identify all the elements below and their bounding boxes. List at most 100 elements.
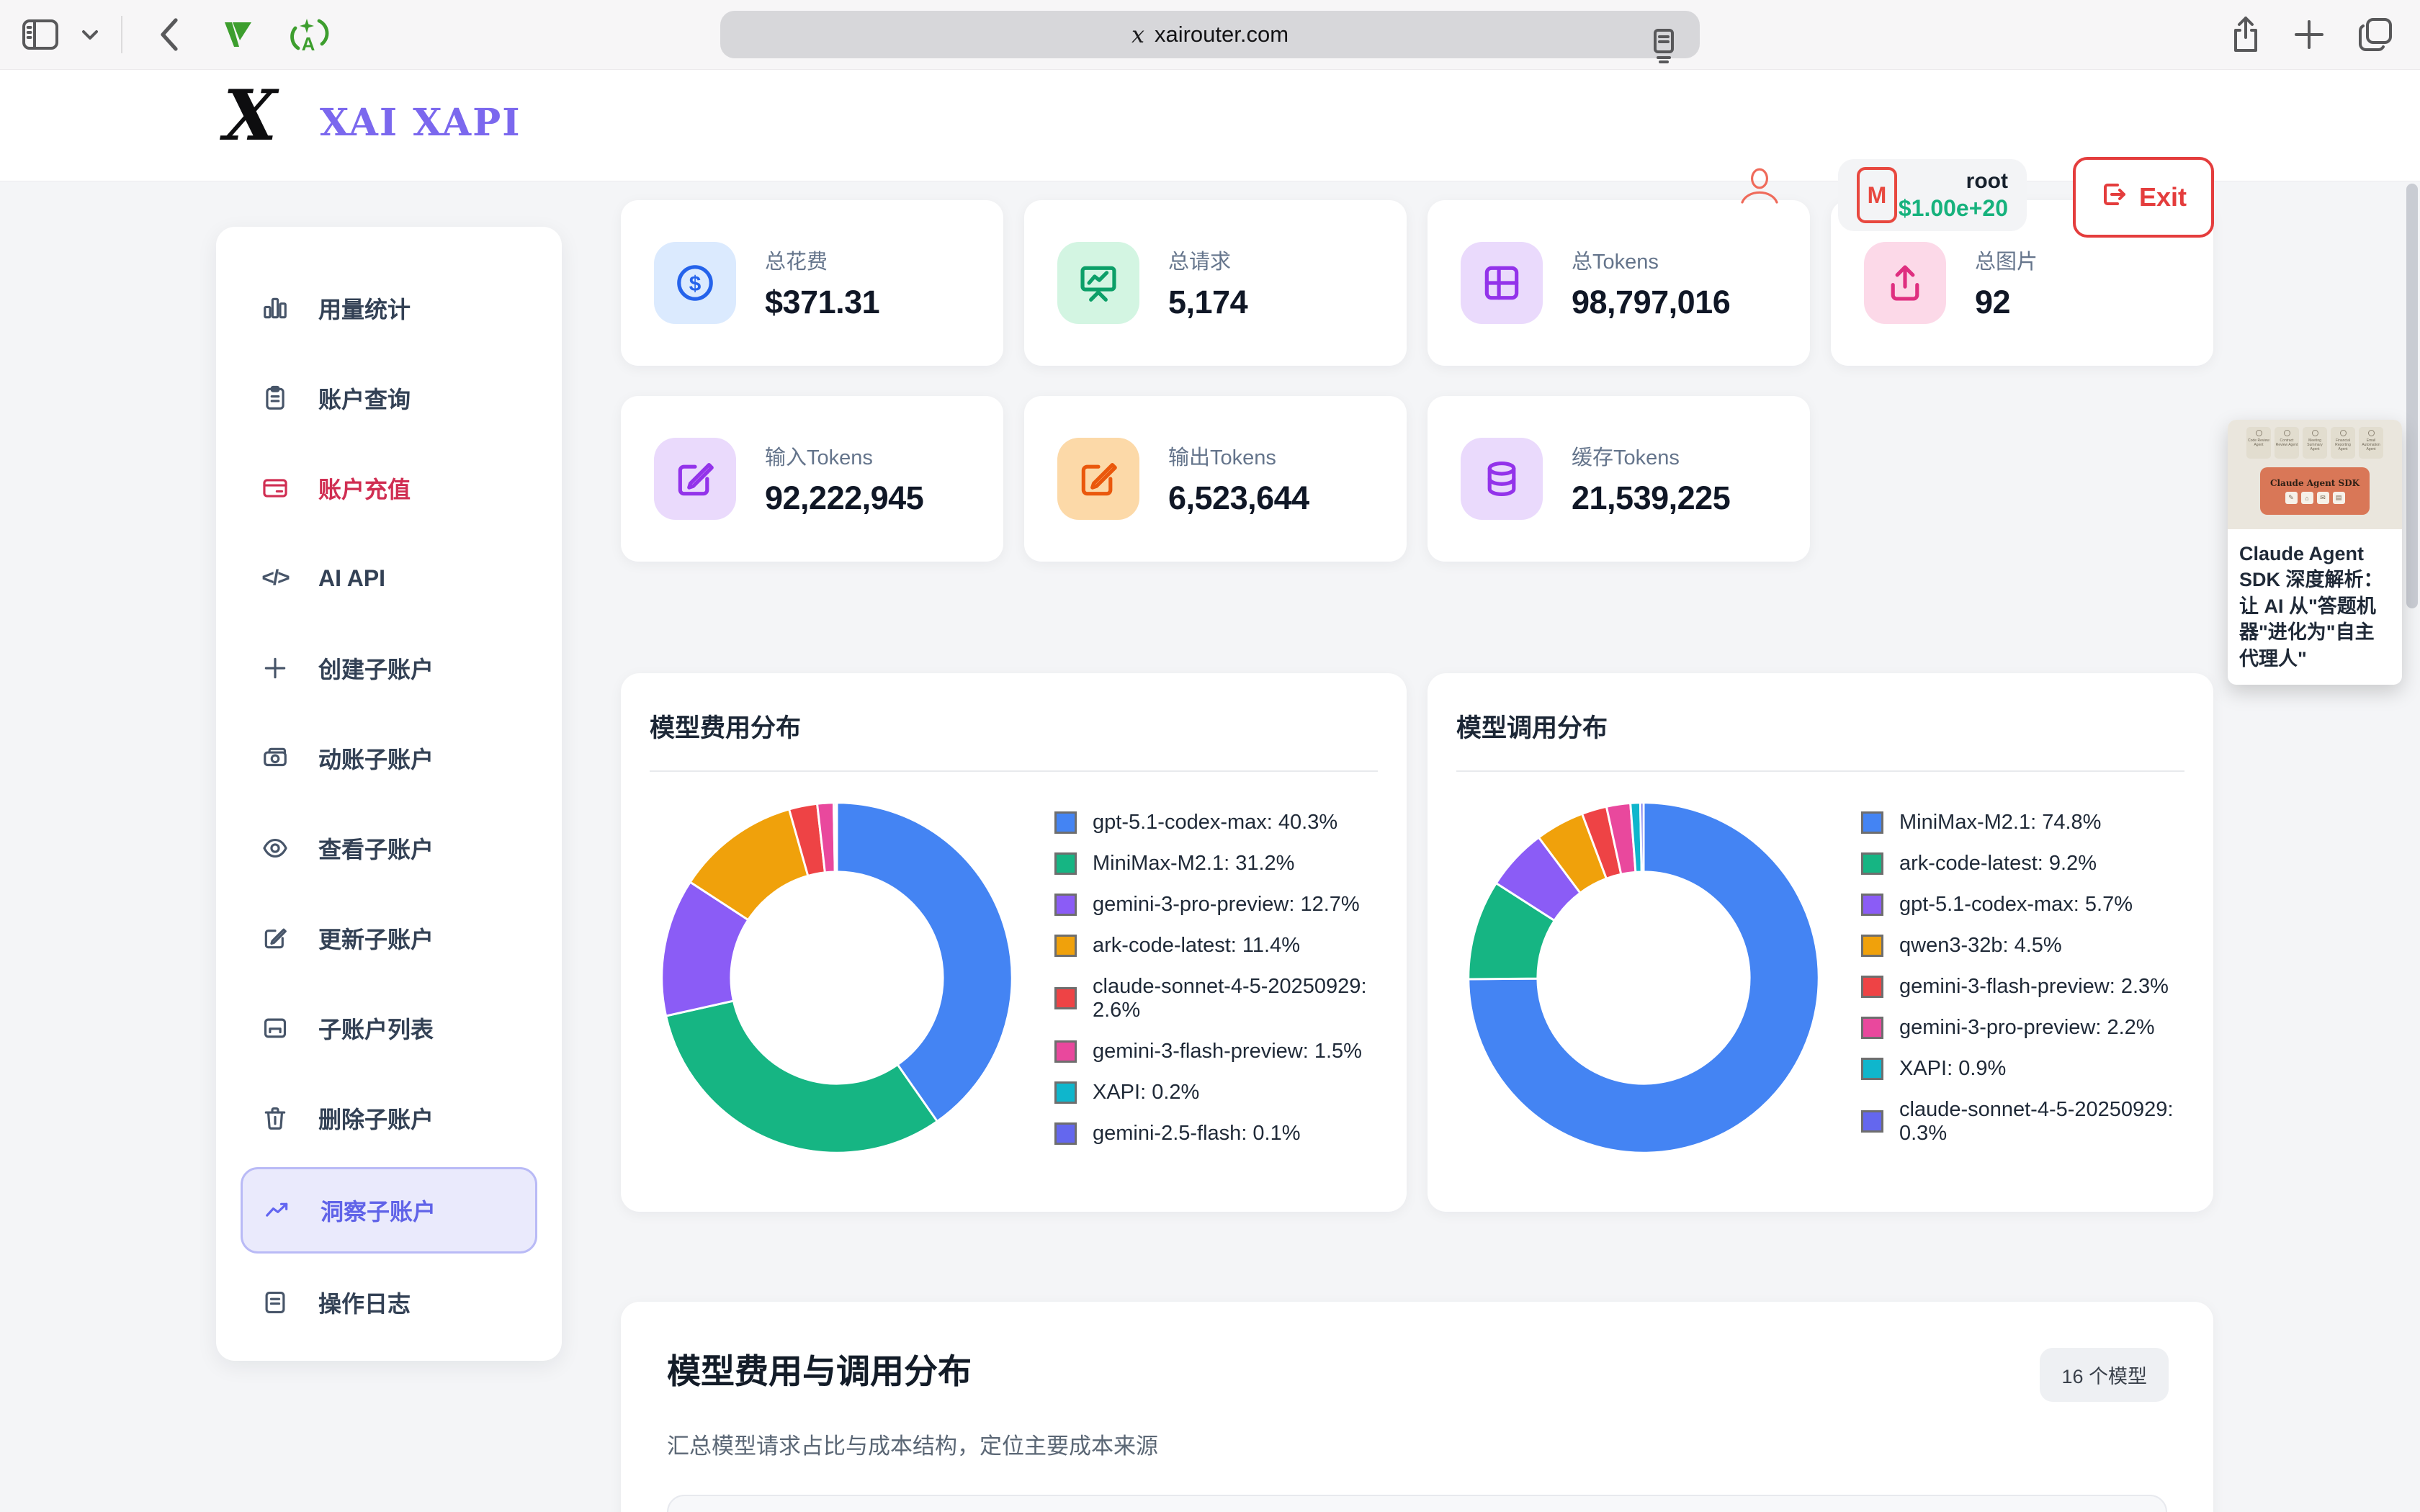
legend-item: claude-sonnet-4-5-20250929: 0.3%	[1861, 1098, 2184, 1146]
legend-item: gemini-3-pro-preview: 2.2%	[1861, 1016, 2184, 1040]
log-icon	[261, 1288, 290, 1317]
share-icon[interactable]	[2230, 14, 2262, 55]
legend-item: gemini-2.5-flash: 0.1%	[1054, 1122, 1378, 1146]
stat-value: 98,797,016	[1572, 284, 1730, 321]
toolbar-divider	[121, 16, 122, 53]
donut-slice-MiniMax-M2.1	[666, 1001, 938, 1153]
article-widget[interactable]: Code Review AgentContract Review AgentMe…	[2228, 420, 2402, 685]
grid-icon	[1461, 242, 1543, 324]
sidebar-item-9[interactable]: 删除子账户	[241, 1077, 537, 1159]
sidebar-item-3[interactable]: </>AI API	[241, 537, 537, 619]
model-cost-call-section: 模型费用与调用分布 16 个模型 汇总模型请求占比与成本结构，定位主要成本来源	[621, 1302, 2213, 1512]
chevron-down-icon[interactable]	[81, 28, 99, 41]
sidebar-item-label: 洞察子账户	[321, 1194, 436, 1227]
legend-swatch	[1861, 852, 1883, 875]
extension-v-icon[interactable]	[219, 15, 258, 54]
article-thumbnail: Code Review AgentContract Review AgentMe…	[2228, 420, 2402, 529]
robot-icon: ✎	[2285, 492, 2298, 504]
legend-label: gpt-5.1-codex-max: 5.7%	[1899, 893, 2133, 917]
sidebar-item-1[interactable]: 账户查询	[241, 357, 537, 439]
page-scrollbar[interactable]	[2406, 184, 2418, 608]
sidebar-item-0[interactable]: 用量统计	[241, 267, 537, 349]
sidebar-item-label: 账户查询	[318, 382, 411, 415]
legend-swatch	[1054, 1040, 1077, 1063]
tab-overview-icon[interactable]	[2357, 16, 2394, 53]
site-favicon: x	[1131, 21, 1144, 48]
sidebar-item-6[interactable]: 查看子账户	[241, 807, 537, 889]
legend-item: MiniMax-M2.1: 31.2%	[1054, 852, 1378, 876]
reader-mode-icon[interactable]	[1645, 22, 1681, 69]
sidebar-item-8[interactable]: 子账户列表	[241, 987, 537, 1069]
exit-button[interactable]: Exit	[2073, 157, 2214, 238]
sidebar-item-4[interactable]: 创建子账户	[241, 627, 537, 709]
gear-icon	[2368, 430, 2375, 436]
legend-label: ark-code-latest: 11.4%	[1093, 934, 1300, 958]
legend-swatch	[1861, 894, 1883, 916]
cost-distribution-card: 模型费用分布 gpt-5.1-codex-max: 40.3%MiniMax-M…	[621, 673, 1407, 1212]
legend-swatch	[1861, 976, 1883, 998]
list-window-icon	[261, 1014, 290, 1043]
account-pill[interactable]: M root $1.00e+20	[1838, 159, 2027, 231]
section-inner-panel	[667, 1495, 2167, 1512]
sidebar-item-10[interactable]: 洞察子账户	[241, 1167, 537, 1254]
divider	[1456, 770, 2184, 772]
stat-label: 缓存Tokens	[1572, 441, 1730, 471]
legend-swatch	[1861, 811, 1883, 834]
trash-icon	[261, 1104, 290, 1133]
sidebar-item-2[interactable]: 账户充值	[241, 447, 537, 529]
legend-swatch	[1861, 1017, 1883, 1039]
new-tab-icon[interactable]	[2293, 19, 2325, 50]
edit-icon	[261, 924, 290, 953]
legend-item: gemini-3-pro-preview: 12.7%	[1054, 893, 1378, 917]
stat-card-6: 缓存Tokens 21,539,225	[1428, 396, 1810, 562]
cost-chart-legend: gpt-5.1-codex-max: 40.3%MiniMax-M2.1: 31…	[1054, 811, 1378, 1146]
stat-card-0: $总花费$371.31	[621, 200, 1003, 366]
gear-icon	[2284, 430, 2290, 436]
legend-item: gemini-3-flash-preview: 2.3%	[1861, 975, 2184, 999]
model-badge: M	[1857, 167, 1897, 223]
stat-label: 总Tokens	[1572, 245, 1730, 275]
address-bar[interactable]: x xairouter.com	[720, 11, 1700, 58]
translate-icon[interactable]: A	[290, 14, 330, 55]
legend-swatch	[1861, 1110, 1883, 1133]
agent-label: Email Automation Agent	[2359, 438, 2383, 451]
legend-label: MiniMax-M2.1: 74.8%	[1899, 811, 2101, 834]
chart-title: 模型调用分布	[1456, 708, 2184, 744]
legend-label: gemini-3-pro-preview: 2.2%	[1899, 1016, 2155, 1040]
trend-icon	[263, 1196, 292, 1225]
agent-box: Email Automation Agent	[2359, 427, 2383, 459]
legend-label: gemini-3-flash-preview: 1.5%	[1093, 1040, 1362, 1063]
app-logo[interactable]: X	[223, 75, 277, 156]
stat-value: 5,174	[1168, 284, 1247, 321]
sidebar-item-7[interactable]: 更新子账户	[241, 897, 537, 979]
user-avatar-icon[interactable]	[1736, 163, 1783, 214]
legend-label: gemini-3-flash-preview: 2.3%	[1899, 975, 2169, 999]
plus-icon	[261, 654, 290, 683]
legend-item: claude-sonnet-4-5-20250929: 2.6%	[1054, 975, 1378, 1022]
donut-slice-gemini-2.5-flash	[835, 803, 837, 872]
gear-icon	[2256, 430, 2262, 436]
stat-value: 21,539,225	[1572, 480, 1730, 517]
credit-card-icon	[261, 474, 290, 503]
upload-icon	[1864, 242, 1946, 324]
legend-swatch	[1054, 1122, 1077, 1145]
sidebar-toggle-icon[interactable]	[22, 19, 59, 50]
agent-box: Meeting Summary Agent	[2303, 427, 2327, 459]
screenshot-stage: A x xairouter.com X XAI XAPI	[0, 0, 2420, 1512]
donut-slice-gpt-5.1-codex-max	[837, 803, 1012, 1122]
legend-label: gemini-2.5-flash: 0.1%	[1093, 1122, 1301, 1146]
svg-text:$: $	[689, 272, 702, 296]
browser-toolbar: A x xairouter.com	[0, 0, 2420, 70]
sidebar-item-5[interactable]: 动账子账户	[241, 717, 537, 799]
legend-swatch	[1054, 935, 1077, 957]
dollar-icon: $	[654, 242, 736, 324]
legend-label: ark-code-latest: 9.2%	[1899, 852, 2097, 876]
back-button-icon[interactable]	[157, 16, 182, 53]
legend-label: claude-sonnet-4-5-20250929: 2.6%	[1093, 975, 1378, 1022]
donut-slice-claude-sonnet-4-5-20250929	[1640, 803, 1644, 872]
sidebar-item-11[interactable]: 操作日志	[241, 1261, 537, 1344]
legend-label: MiniMax-M2.1: 31.2%	[1093, 852, 1294, 876]
agent-box: Code Review Agent	[2246, 427, 2271, 459]
model-count-badge: 16 个模型	[2040, 1348, 2169, 1402]
code-icon: </>	[261, 564, 290, 593]
